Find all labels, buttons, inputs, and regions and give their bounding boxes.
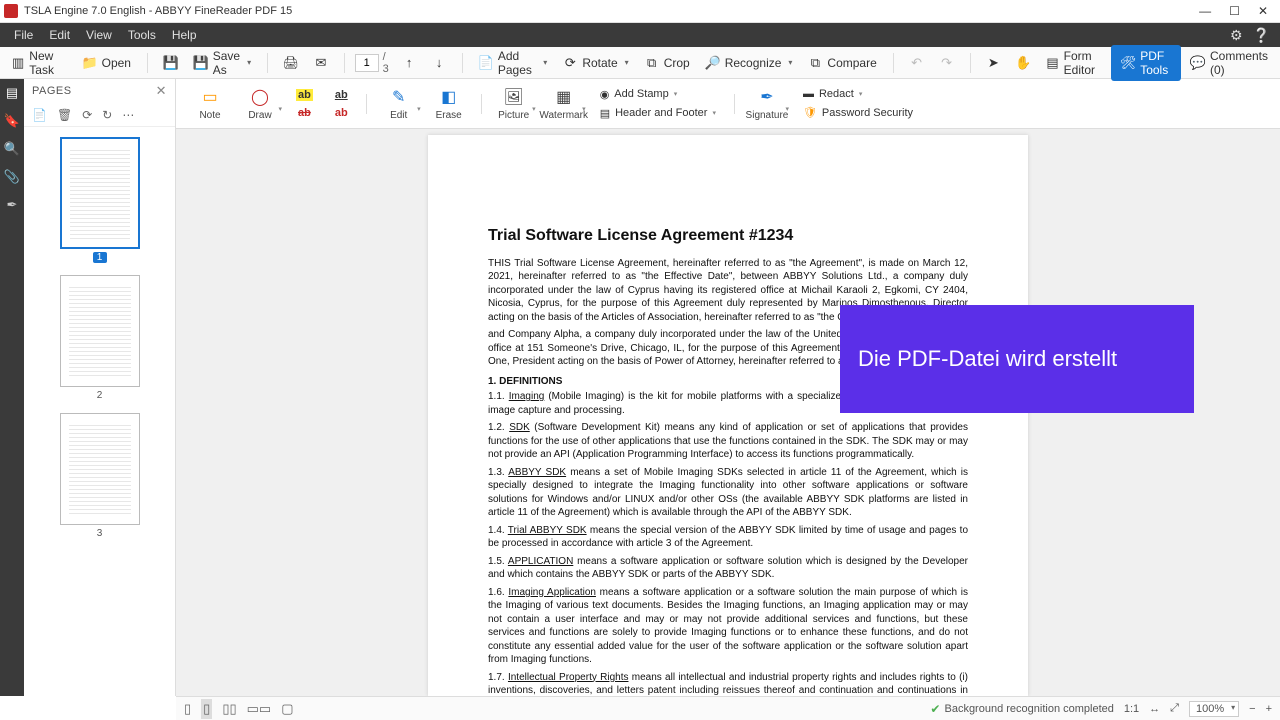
view-two-continuous[interactable]: ▭▭ [247, 701, 272, 717]
status-background-recognition: ✔ Background recognition completed [930, 702, 1113, 716]
menu-view[interactable]: View [78, 28, 120, 42]
save-button[interactable]: 💾 [158, 53, 184, 73]
fit-width-button[interactable]: ↔ [1149, 703, 1160, 715]
zoom-out-button[interactable]: − [1249, 703, 1255, 715]
rail-signatures-icon[interactable]: ✒ [7, 197, 18, 213]
strike-tool[interactable]: ab [292, 105, 317, 121]
pdf-tools-button[interactable]: 🛠PDF Tools [1111, 45, 1181, 81]
maximize-button[interactable]: ☐ [1229, 4, 1240, 18]
overlay-notification: Die PDF-Datei wird erstellt [840, 305, 1194, 413]
minimize-button[interactable]: — [1199, 4, 1211, 18]
page-thumbnail[interactable]: 1 [60, 137, 140, 263]
edit-tool[interactable]: ✎▾Edit [375, 81, 423, 127]
signature-tool[interactable]: ✒▾Signature [743, 81, 791, 127]
note-tool[interactable]: ▭Note [186, 81, 234, 127]
crop-button[interactable]: ⧉Crop [639, 53, 696, 73]
page-thumbnail[interactable]: 2 [60, 275, 140, 401]
rail-pages-icon[interactable]: ▤ [6, 85, 18, 101]
pointer-tool[interactable]: ➤ [980, 53, 1006, 73]
view-continuous[interactable]: ▯ [201, 699, 212, 719]
password-security-tool[interactable]: 🛡Password Security [797, 104, 919, 121]
menu-tools[interactable]: Tools [120, 28, 164, 42]
add-stamp-tool[interactable]: ◉Add Stamp▾ [594, 86, 684, 103]
erase-tool[interactable]: ◧Erase [425, 81, 473, 127]
rail-search-icon[interactable]: 🔍 [4, 141, 20, 157]
pages-panel-close[interactable]: ✕ [156, 83, 167, 99]
underline-tool[interactable]: ab [329, 87, 354, 103]
help-icon[interactable]: ❔ [1253, 27, 1270, 44]
pages-add-icon[interactable]: 📄 [32, 108, 47, 122]
print-button[interactable]: 🖨 [278, 53, 304, 73]
settings-icon[interactable]: ⚙ [1230, 27, 1243, 44]
draw-tool[interactable]: ◯▾Draw [236, 81, 284, 127]
zoom-in-button[interactable]: + [1266, 703, 1272, 715]
picture-tool[interactable]: 🖼▾Picture [490, 81, 538, 127]
header-footer-tool[interactable]: ▤Header and Footer▾ [594, 105, 722, 122]
redact-tool[interactable]: ▬Redact▾ [797, 86, 868, 102]
document-page: Trial Software License Agreement #1234 T… [428, 135, 1028, 696]
menu-edit[interactable]: Edit [41, 28, 78, 42]
view-presentation[interactable]: ▢ [281, 701, 293, 717]
email-button[interactable]: ✉ [308, 53, 334, 73]
comments-button[interactable]: 💬Comments (0) [1185, 46, 1274, 80]
pages-delete-icon[interactable]: 🗑 [57, 108, 72, 122]
menu-file[interactable]: File [6, 28, 41, 42]
form-editor-button[interactable]: ▤Form Editor [1040, 46, 1107, 80]
rail-attachments-icon[interactable]: 📎 [4, 169, 20, 185]
window-title: TSLA Engine 7.0 English - ABBYY FineRead… [24, 5, 292, 17]
watermark-tool[interactable]: ▦▾Watermark [540, 81, 588, 127]
pages-rotate-icon[interactable]: ⟳ [82, 108, 92, 122]
fit-page-button[interactable]: ⤢ [1170, 702, 1179, 715]
page-total-label: / 3 [383, 51, 392, 75]
view-single-page[interactable]: ▯ [184, 701, 191, 717]
save-as-button[interactable]: 💾Save As▾ [188, 46, 257, 80]
compare-button[interactable]: ⧉Compare [802, 53, 882, 73]
menu-help[interactable]: Help [164, 28, 205, 42]
hand-tool[interactable]: ✋ [1010, 53, 1036, 73]
new-task-button[interactable]: ▥New Task [6, 46, 73, 80]
zoom-select[interactable]: 100% [1189, 701, 1239, 717]
add-pages-button[interactable]: 📄Add Pages▾ [473, 46, 553, 80]
highlight-tool[interactable]: ab [290, 87, 319, 103]
page-down-button[interactable]: ↓ [426, 53, 452, 73]
close-button[interactable]: ✕ [1258, 4, 1268, 18]
page-up-button[interactable]: ↑ [396, 53, 422, 73]
insert-text-tool[interactable]: ab [329, 105, 354, 121]
rotate-button[interactable]: ⟳Rotate▾ [557, 53, 634, 73]
open-button[interactable]: 📁Open [77, 53, 137, 73]
pages-panel-title: PAGES [32, 85, 72, 97]
page-number-input[interactable] [355, 54, 379, 72]
pages-more-icon[interactable]: ⋯ [122, 108, 134, 122]
app-icon [4, 4, 18, 18]
page-thumbnail[interactable]: 3 [60, 413, 140, 539]
zoom-actual-button[interactable]: 1:1 [1124, 703, 1139, 715]
undo-button[interactable]: ↶ [904, 53, 930, 73]
view-two-page[interactable]: ▯▯ [222, 701, 236, 717]
redo-button[interactable]: ↷ [934, 53, 960, 73]
recognize-button[interactable]: 🔎Recognize▾ [700, 53, 799, 73]
check-icon: ✔ [930, 702, 940, 716]
pages-refresh-icon[interactable]: ↻ [102, 108, 112, 122]
rail-bookmarks-icon[interactable]: 🔖 [4, 113, 20, 129]
doc-title: Trial Software License Agreement #1234 [488, 225, 968, 247]
